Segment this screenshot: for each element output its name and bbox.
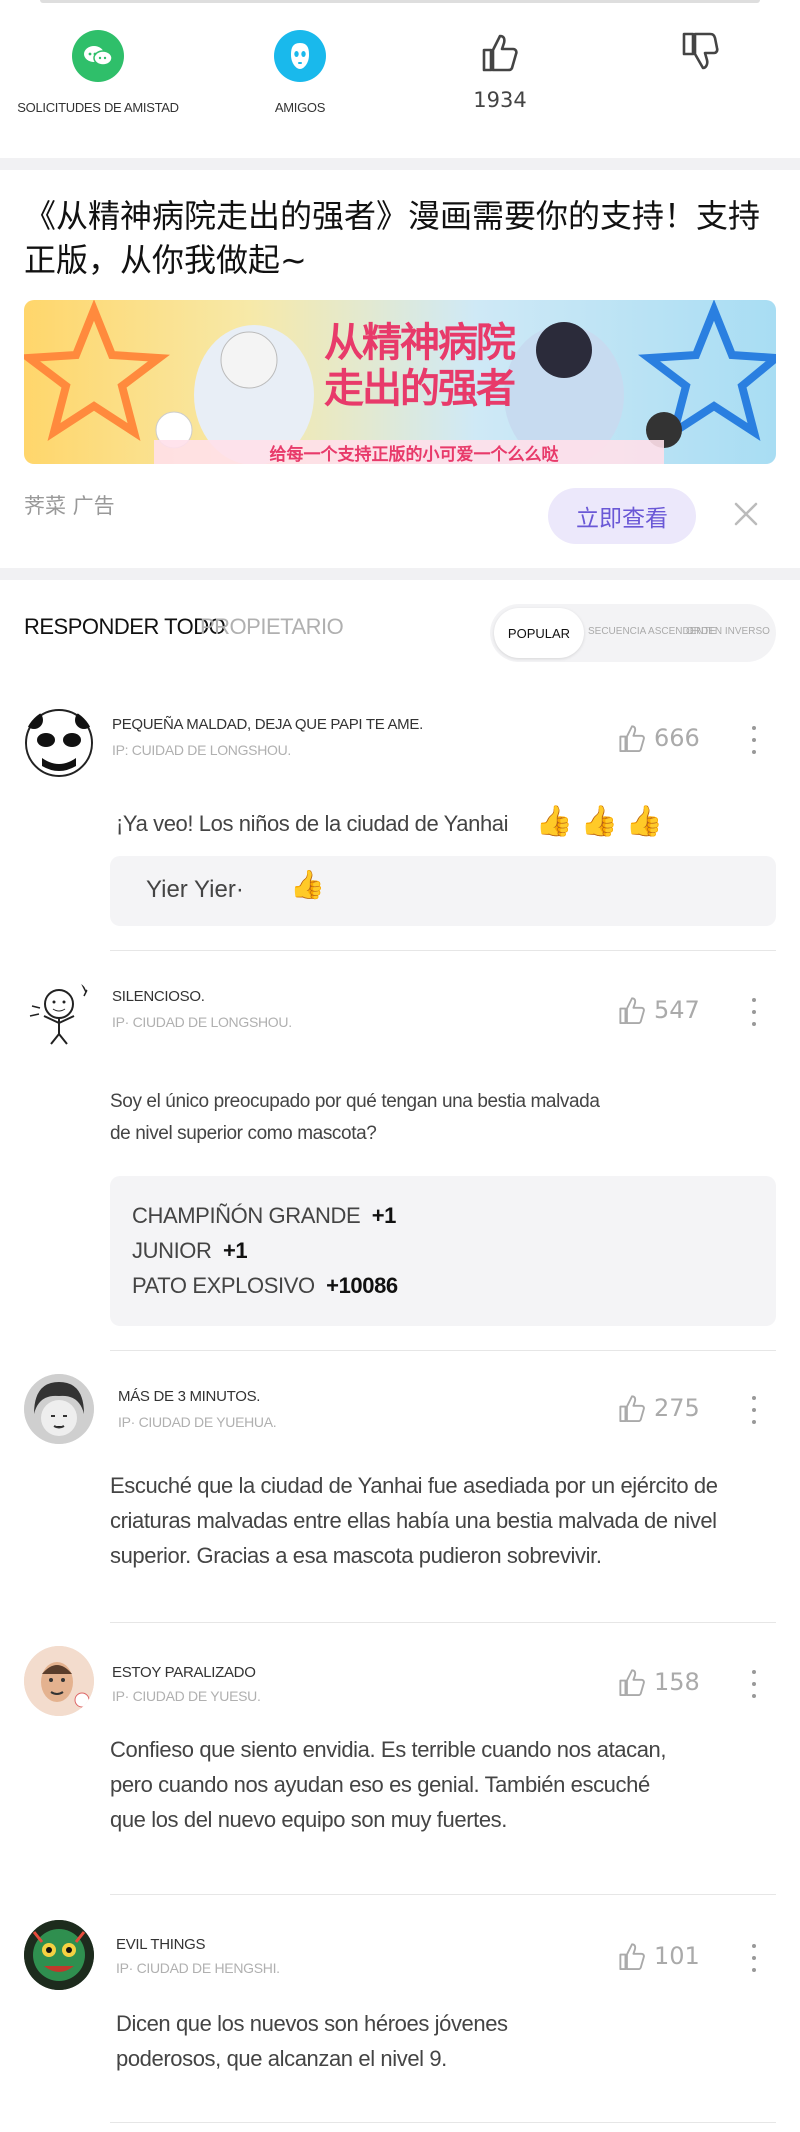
comment-divider — [110, 1622, 776, 1623]
avatar[interactable] — [24, 1646, 94, 1716]
more-options-icon[interactable] — [748, 1940, 760, 1976]
comment-like-button[interactable]: 547 — [616, 992, 700, 1028]
reply-line: JUNIOR +1 — [132, 1238, 248, 1263]
reply-box[interactable]: Yier Yier· 👍 — [110, 856, 776, 926]
comment-ip: IP· CIUDAD DE HENGSHI. — [116, 1960, 280, 1976]
mask-icon — [274, 30, 326, 82]
thumbs-up-icon — [619, 1395, 645, 1423]
comment-like-button[interactable]: 275 — [616, 1390, 700, 1426]
action-row: SOLICITUDES DE AMISTAD AMIGOS 1934 — [0, 30, 800, 130]
thumbs-up-emoji: 👍 👍 👍 — [535, 805, 663, 838]
close-icon[interactable] — [730, 498, 762, 530]
reply-line: PATO EXPLOSIVO +10086 — [132, 1273, 398, 1298]
ad-banner-title: 从精神病院走出的强者 — [324, 320, 516, 412]
tab-reply-all[interactable]: RESPONDER TODO — [24, 614, 226, 640]
more-options-icon[interactable] — [748, 1666, 760, 1702]
comment-text: ¡Ya veo! Los niños de la ciudad de Yanha… — [116, 805, 663, 838]
friends-label: AMIGOS — [274, 100, 326, 115]
thumbs-up-emoji: 👍 — [290, 868, 325, 901]
avatar[interactable] — [24, 1920, 94, 1990]
top-card-edge — [40, 0, 760, 3]
comment-ip: IP: CUIDAD DE LONGSHOU. — [112, 742, 292, 758]
comment-ip: IP· CIUDAD DE YUESU. — [112, 1688, 261, 1704]
thumbs-up-icon — [619, 1669, 645, 1697]
sort-reverse[interactable]: ORDEN INVERSO — [686, 626, 770, 637]
avatar[interactable] — [24, 976, 94, 1046]
comment-text: Dicen que los nuevos son héroes jóvenes … — [116, 2011, 508, 2071]
sort-toggle: POPULAR SECUENCIA ASCENDENTE ORDEN INVER… — [490, 604, 776, 662]
comment-like-button[interactable]: 666 — [616, 720, 700, 756]
reply-author: Yier Yier· — [146, 876, 244, 903]
ad-source-label: 荠菜 广告 — [24, 494, 115, 518]
avatar[interactable] — [24, 708, 94, 778]
comment-like-count: 666 — [654, 724, 700, 752]
comment-username[interactable]: MÁS DE 3 MINUTOS. — [118, 1388, 260, 1405]
thumbs-up-icon — [619, 725, 645, 753]
comment-username[interactable]: ESTOY PARALIZADO — [112, 1664, 256, 1681]
thumbs-down-icon — [682, 32, 719, 70]
tab-owner[interactable]: PROPIETARIO — [200, 614, 344, 640]
like-count: 1934 — [473, 88, 527, 112]
friend-requests-label: SOLICITUDES DE AMISTAD — [17, 100, 179, 115]
comment-divider — [110, 2122, 776, 2123]
comment-text: Soy el único preocupado por qué tengan u… — [110, 1091, 600, 1144]
friend-requests-button[interactable]: SOLICITUDES DE AMISTAD — [8, 30, 188, 115]
comment-divider — [110, 1350, 776, 1351]
like-button[interactable]: 1934 — [410, 30, 590, 112]
ad-banner-subtitle: 给每一个支持正版的小可爱一个么么哒 — [269, 445, 559, 464]
more-options-icon[interactable] — [748, 994, 760, 1030]
reply-list: CHAMPIÑÓN GRANDE +1 JUNIOR +1 PATO EXPLO… — [132, 1198, 398, 1303]
comment-username[interactable]: SILENCIOSO. — [112, 988, 205, 1005]
thumbs-up-icon — [619, 1943, 645, 1971]
comment-like-count: 275 — [654, 1394, 700, 1422]
sort-popular[interactable]: POPULAR — [494, 608, 584, 658]
comment-ip: IP· CIUDAD DE LONGSHOU. — [112, 1014, 292, 1030]
comment-text: Confieso que siento envidia. Es terrible… — [110, 1737, 667, 1832]
comment-like-count: 158 — [654, 1668, 700, 1696]
dislike-button[interactable] — [610, 30, 790, 78]
ad-view-button[interactable]: 立即查看 — [548, 488, 696, 544]
section-separator — [0, 568, 800, 580]
comment-divider — [110, 1894, 776, 1895]
comment-username[interactable]: EVIL THINGS — [116, 1936, 206, 1953]
comment-like-button[interactable]: 101 — [616, 1938, 700, 1974]
comment-like-count: 547 — [654, 996, 700, 1024]
chat-bubbles-icon — [72, 30, 124, 82]
more-options-icon[interactable] — [748, 722, 760, 758]
thumbs-up-icon — [619, 997, 645, 1025]
ad-title[interactable]: 《从精神病院走出的强者》漫画需要你的支持！支持正版，从你我做起~ — [24, 194, 784, 282]
reply-line: CHAMPIÑÓN GRANDE +1 — [132, 1203, 397, 1228]
thumbs-up-icon — [482, 34, 518, 72]
comment-ip: IP· CIUDAD DE YUEHUA. — [118, 1414, 277, 1430]
comment-text: Escuché que la ciudad de Yanhai fue ased… — [110, 1473, 718, 1568]
comment-like-button[interactable]: 158 — [616, 1664, 700, 1700]
comment-like-count: 101 — [654, 1942, 700, 1970]
friends-button[interactable]: AMIGOS — [210, 30, 390, 115]
reply-box[interactable]: CHAMPIÑÓN GRANDE +1 JUNIOR +1 PATO EXPLO… — [110, 1176, 776, 1326]
section-separator — [0, 158, 800, 170]
comment-divider — [110, 950, 776, 951]
more-options-icon[interactable] — [748, 1392, 760, 1428]
avatar[interactable] — [24, 1374, 94, 1444]
ad-banner-image[interactable]: 从精神病院走出的强者 给每一个支持正版的小可爱一个么么哒 — [24, 300, 776, 464]
comment-username[interactable]: PEQUEÑA MALDAD, DEJA QUE PAPI TE AME. — [112, 716, 423, 733]
